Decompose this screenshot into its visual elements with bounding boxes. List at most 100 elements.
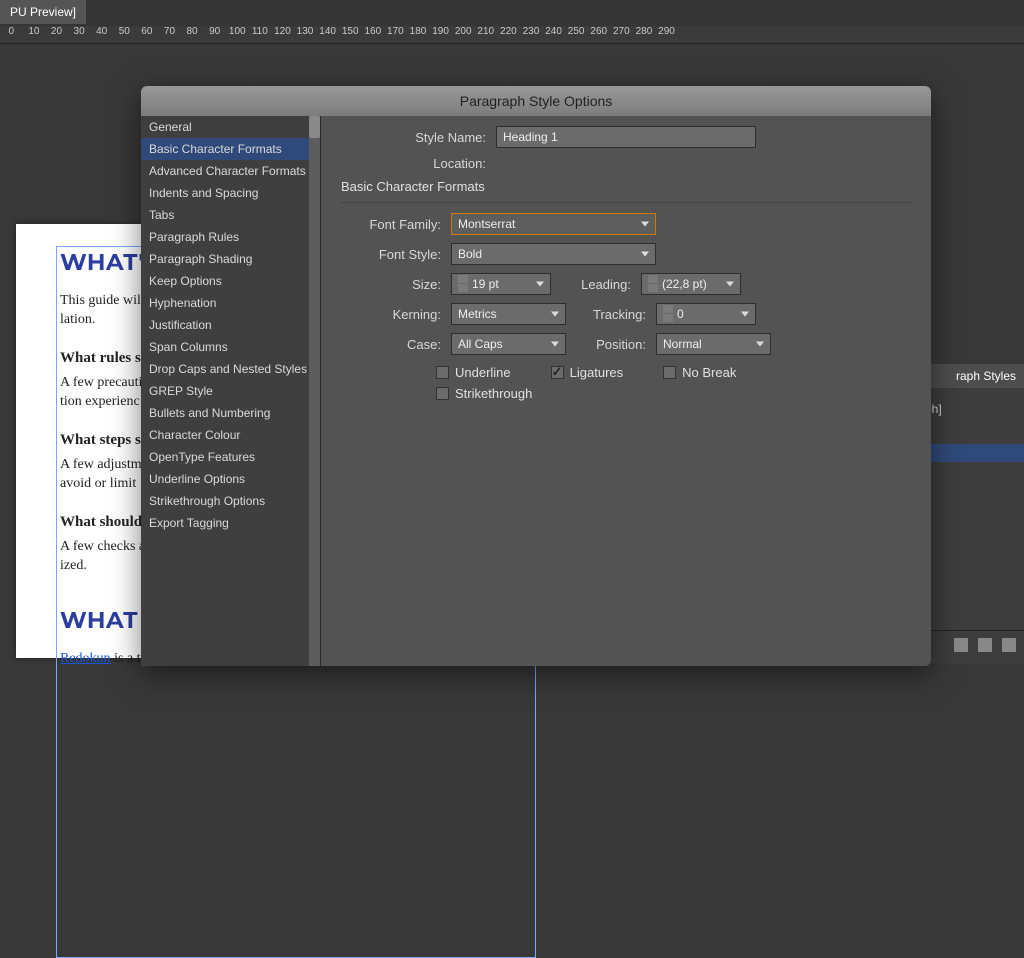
ruler-tick: 0: [0, 26, 23, 37]
ruler-tick: 210: [474, 26, 497, 37]
trash-icon[interactable]: [1002, 638, 1016, 652]
ruler-tick: 140: [316, 26, 339, 37]
ruler-tick: 50: [113, 26, 136, 37]
sidebar-item[interactable]: Basic Character Formats: [141, 138, 320, 160]
ruler-tick: 190: [429, 26, 452, 37]
ruler-tick: 110: [249, 26, 272, 37]
panel-footer: [916, 630, 1024, 658]
ruler-tick: 290: [655, 26, 678, 37]
ruler-ticks: 0102030405060708090100110120130140150160…: [0, 26, 678, 37]
ruler-tick: 60: [136, 26, 159, 37]
ruler-tick: 200: [452, 26, 475, 37]
underline-checkbox[interactable]: Underline: [436, 365, 511, 380]
dialog-title: Paragraph Style Options: [141, 86, 931, 116]
sidebar-item[interactable]: Drop Caps and Nested Styles: [141, 358, 320, 380]
sidebar-item[interactable]: Paragraph Rules: [141, 226, 320, 248]
new-style-icon[interactable]: [978, 638, 992, 652]
sidebar-item[interactable]: Justification: [141, 314, 320, 336]
leading-stepper[interactable]: [648, 275, 658, 293]
leading-input[interactable]: (22,8 pt): [641, 273, 741, 295]
sidebar-item[interactable]: GREP Style: [141, 380, 320, 402]
sidebar-item[interactable]: Advanced Character Formats: [141, 160, 320, 182]
ruler-tick: 250: [565, 26, 588, 37]
kerning-label: Kerning:: [341, 307, 451, 322]
ruler-tick: 80: [181, 26, 204, 37]
style-name-input[interactable]: Heading 1: [496, 126, 756, 148]
ruler-tick: 120: [271, 26, 294, 37]
ruler-tick: 90: [203, 26, 226, 37]
panel-tab-paragraph-styles[interactable]: raph Styles: [917, 364, 1024, 388]
sidebar-item[interactable]: General: [141, 116, 320, 138]
horizontal-ruler: 0102030405060708090100110120130140150160…: [0, 26, 1024, 44]
kerning-dropdown[interactable]: Metrics: [451, 303, 566, 325]
strikethrough-checkbox[interactable]: Strikethrough: [436, 386, 532, 401]
leading-label: Leading:: [551, 277, 641, 292]
ruler-tick: 270: [610, 26, 633, 37]
sidebar-item[interactable]: Indents and Spacing: [141, 182, 320, 204]
checkbox-icon: [436, 366, 449, 379]
style-name-label: Style Name:: [386, 130, 496, 145]
folder-icon[interactable]: [954, 638, 968, 652]
paragraph-styles-panel: raph Styles ph]: [916, 364, 1024, 664]
size-input[interactable]: 19 pt: [451, 273, 551, 295]
checkbox-icon: [663, 366, 676, 379]
section-title: Basic Character Formats: [341, 179, 911, 203]
ruler-tick: 280: [633, 26, 656, 37]
sidebar-scrollbar[interactable]: [309, 116, 320, 666]
checkbox-icon: [436, 387, 449, 400]
position-label: Position:: [566, 337, 656, 352]
style-entry[interactable]: ph]: [917, 398, 1024, 420]
ruler-tick: 170: [384, 26, 407, 37]
ruler-tick: 220: [497, 26, 520, 37]
sidebar-item[interactable]: Tabs: [141, 204, 320, 226]
workspace: WHAT'S This guide willation. What rules …: [0, 44, 1024, 658]
case-label: Case:: [341, 337, 451, 352]
sidebar-item[interactable]: Span Columns: [141, 336, 320, 358]
checkbox-icon: [551, 366, 564, 379]
tracking-label: Tracking:: [566, 307, 656, 322]
sidebar-item[interactable]: Export Tagging: [141, 512, 320, 534]
location-label: Location:: [386, 156, 496, 171]
ruler-tick: 70: [158, 26, 181, 37]
size-stepper[interactable]: [458, 275, 468, 293]
sidebar-item[interactable]: Character Colour: [141, 424, 320, 446]
font-family-dropdown[interactable]: Montserrat: [451, 213, 656, 235]
no-break-checkbox[interactable]: No Break: [663, 365, 736, 380]
scrollbar-thumb[interactable]: [309, 116, 320, 138]
ruler-tick: 260: [587, 26, 610, 37]
ligatures-checkbox[interactable]: Ligatures: [551, 365, 623, 380]
ruler-tick: 30: [68, 26, 91, 37]
sidebar-item[interactable]: Hyphenation: [141, 292, 320, 314]
ruler-tick: 40: [90, 26, 113, 37]
tracking-stepper[interactable]: [663, 305, 673, 323]
document-tab-bar: PU Preview]: [0, 0, 1024, 26]
dialog-sidebar: GeneralBasic Character FormatsAdvanced C…: [141, 116, 321, 666]
ruler-tick: 20: [45, 26, 68, 37]
tracking-input[interactable]: 0: [656, 303, 756, 325]
sidebar-item[interactable]: Paragraph Shading: [141, 248, 320, 270]
ruler-tick: 160: [362, 26, 385, 37]
hyperlink[interactable]: Redokun: [60, 651, 111, 666]
sidebar-item[interactable]: Bullets and Numbering: [141, 402, 320, 424]
document-tab[interactable]: PU Preview]: [0, 0, 86, 24]
ruler-tick: 180: [407, 26, 430, 37]
ruler-tick: 240: [542, 26, 565, 37]
ruler-tick: 10: [23, 26, 46, 37]
ruler-tick: 230: [520, 26, 543, 37]
sidebar-item[interactable]: Underline Options: [141, 468, 320, 490]
sidebar-item[interactable]: Strikethrough Options: [141, 490, 320, 512]
font-style-dropdown[interactable]: Bold: [451, 243, 656, 265]
font-family-label: Font Family:: [341, 217, 451, 232]
size-label: Size:: [341, 277, 451, 292]
ruler-tick: 150: [339, 26, 362, 37]
ruler-tick: 100: [226, 26, 249, 37]
font-style-label: Font Style:: [341, 247, 451, 262]
case-dropdown[interactable]: All Caps: [451, 333, 566, 355]
paragraph-style-options-dialog: Paragraph Style Options GeneralBasic Cha…: [141, 86, 931, 666]
position-dropdown[interactable]: Normal: [656, 333, 771, 355]
style-entry-selected[interactable]: [917, 444, 1024, 462]
dialog-form: Style Name: Heading 1 Location: Basic Ch…: [321, 116, 931, 666]
sidebar-item[interactable]: OpenType Features: [141, 446, 320, 468]
sidebar-item[interactable]: Keep Options: [141, 270, 320, 292]
ruler-tick: 130: [294, 26, 317, 37]
